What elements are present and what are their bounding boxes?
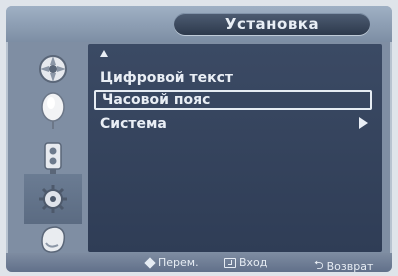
title-bar: Установка [6, 6, 392, 42]
move-icon [144, 256, 156, 269]
hint-enter: Вход [224, 256, 267, 269]
menu-item-label: Часовой пояс [102, 92, 211, 108]
menu-item-time-zone[interactable]: Часовой пояс [94, 90, 372, 110]
channel-icon [44, 142, 62, 174]
hint-return-label: Возврат [326, 260, 374, 272]
menu-title: Установка [174, 13, 370, 35]
category-sidebar [24, 44, 82, 253]
menu-panel: Цифровой текст Часовой пояс Система [88, 44, 382, 252]
sidebar-item-sound[interactable] [24, 86, 82, 136]
osd-menu: Установка Цифровой текст Часовой пояс Си… [6, 6, 392, 272]
menu-item-label: Система [100, 116, 167, 132]
return-icon: ⮌ [314, 258, 324, 272]
hint-move-label: Перем. [158, 256, 199, 269]
up-arrow-icon[interactable] [100, 50, 108, 57]
hint-return: ⮌ Возврат [314, 256, 373, 272]
menu-item-label: Цифровой текст [100, 70, 234, 86]
submenu-arrow-icon [359, 117, 368, 129]
picture-icon [39, 55, 67, 83]
menu-item-system[interactable]: Система [94, 114, 372, 134]
hint-move: Перем. [144, 256, 199, 269]
setup-icon [39, 185, 67, 213]
sound-icon [41, 92, 65, 129]
hint-enter-label: Вход [239, 256, 268, 269]
footer-hints: Перем. Вход ⮌ Возврат [6, 253, 392, 272]
enter-icon [224, 257, 236, 268]
menu-item-digital-text[interactable]: Цифровой текст [94, 68, 372, 88]
input-icon [41, 226, 66, 253]
